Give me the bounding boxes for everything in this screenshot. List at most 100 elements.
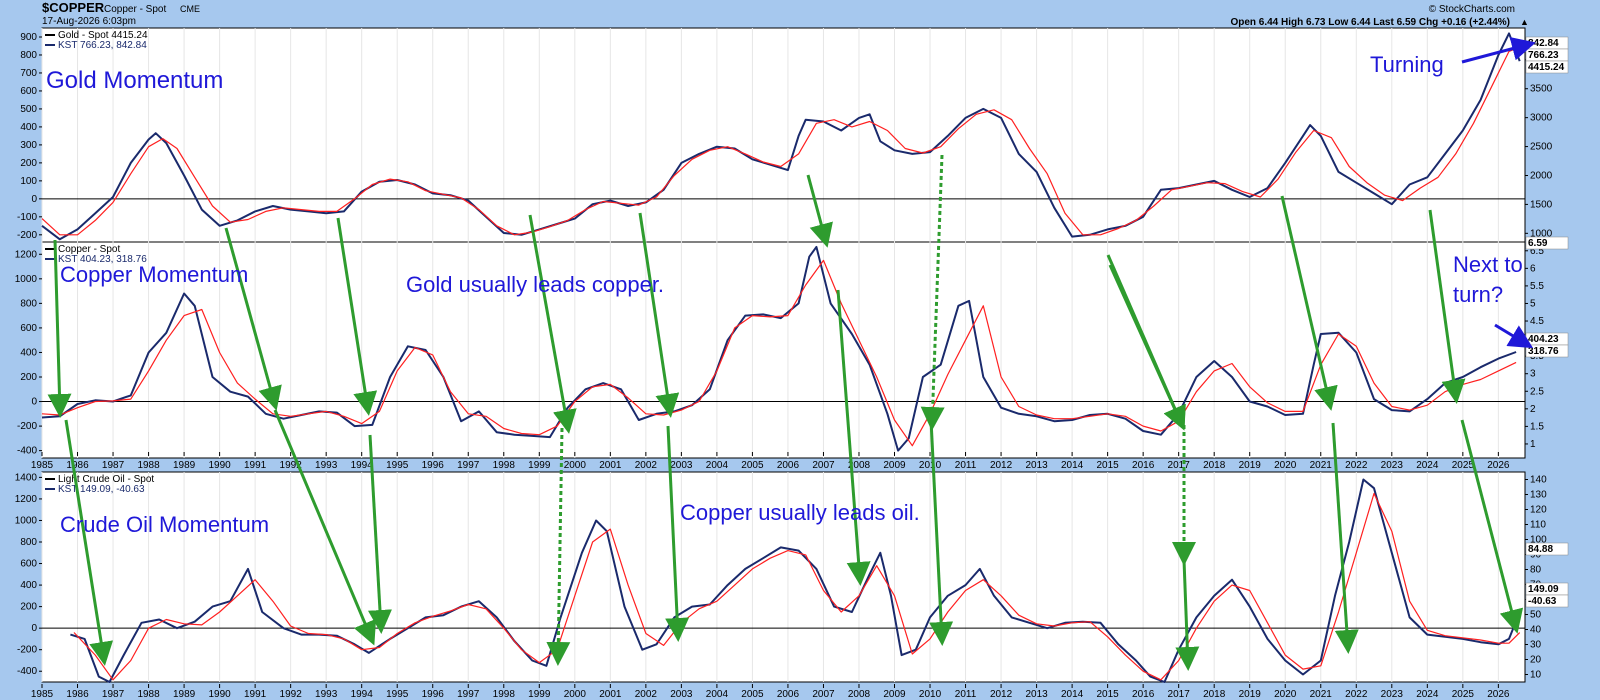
right-tick-label: 50 xyxy=(1530,610,1542,621)
x-tick-label: 2007 xyxy=(812,460,835,471)
x-tick-label: 1987 xyxy=(102,460,125,471)
left-tick-label: 200 xyxy=(20,158,37,169)
x-tick-label: 2009 xyxy=(883,460,906,471)
x-tick-label: 2005 xyxy=(741,460,764,471)
chart-date: 17-Aug-2026 6:03pm xyxy=(42,16,136,27)
x-tick-label: 2011 xyxy=(955,460,977,471)
left-tick-label: -400 xyxy=(17,666,37,677)
x-tick-label: 2014 xyxy=(1061,460,1084,471)
x-tick-label: 2020 xyxy=(1274,460,1297,471)
value-label: -40.63 xyxy=(1528,596,1557,607)
value-label: 4415.24 xyxy=(1528,62,1565,73)
x-tick-label: 2019 xyxy=(1239,460,1262,471)
x-tick-label: 2018 xyxy=(1203,689,1226,700)
value-label: 6.59 xyxy=(1528,238,1548,249)
right-tick-label: 6 xyxy=(1530,263,1536,274)
right-tick-label: 2000 xyxy=(1530,170,1553,181)
x-tick-label: 1990 xyxy=(208,460,231,471)
x-tick-label: 2023 xyxy=(1381,689,1404,700)
turning-label: Turning xyxy=(1370,52,1444,77)
right-tick-label: 2 xyxy=(1530,404,1536,415)
right-tick-label: 1.5 xyxy=(1530,421,1544,432)
left-tick-label: 800 xyxy=(20,298,37,309)
left-tick-label: -200 xyxy=(17,645,37,656)
left-tick-label: 0 xyxy=(31,194,37,205)
x-tick-label: 2017 xyxy=(1168,460,1191,471)
x-tick-label: 1988 xyxy=(137,460,160,471)
right-tick-label: 1 xyxy=(1530,439,1536,450)
x-tick-label: 2007 xyxy=(812,689,835,700)
left-tick-label: 700 xyxy=(20,68,37,79)
left-tick-label: 1200 xyxy=(15,249,38,260)
left-tick-label: 200 xyxy=(20,372,37,383)
x-tick-label: 1988 xyxy=(137,689,160,700)
left-tick-label: 800 xyxy=(20,50,37,61)
x-tick-label: 1987 xyxy=(102,689,125,700)
value-label: 842.84 xyxy=(1528,38,1559,49)
x-tick-label: 2006 xyxy=(777,689,800,700)
exchange-label: CME xyxy=(180,4,200,14)
x-tick-label: 1999 xyxy=(528,460,551,471)
x-tick-label: 2003 xyxy=(670,460,693,471)
intermarket-momentum-chart: $COPPER Copper - Spot CME 17-Aug-2026 6:… xyxy=(0,0,1600,700)
x-tick-label: 1986 xyxy=(66,689,89,700)
left-tick-label: 1000 xyxy=(15,515,38,526)
x-tick-label: 2024 xyxy=(1416,689,1439,700)
x-tick-label: 2017 xyxy=(1168,689,1191,700)
right-tick-label: 30 xyxy=(1530,640,1542,651)
value-label: 149.09 xyxy=(1528,584,1559,595)
x-tick-label: 2004 xyxy=(706,689,729,700)
left-tick-label: 0 xyxy=(31,623,37,634)
x-tick-label: 2001 xyxy=(599,460,622,471)
x-tick-label: 2024 xyxy=(1416,460,1439,471)
x-tick-label: 2010 xyxy=(919,689,942,700)
x-tick-label: 2009 xyxy=(883,689,906,700)
copper-leads-label: Copper usually leads oil. xyxy=(680,500,920,525)
x-tick-label: 2015 xyxy=(1097,689,1120,700)
left-tick-label: 800 xyxy=(20,537,37,548)
x-tick-label: 2026 xyxy=(1487,460,1510,471)
next-to-turn-label-1: Next to xyxy=(1453,252,1523,277)
x-tick-label: 2021 xyxy=(1310,689,1333,700)
x-tick-label: 2006 xyxy=(777,460,800,471)
x-tick-label: 2020 xyxy=(1274,689,1297,700)
x-tick-label: 2023 xyxy=(1381,460,1404,471)
x-tick-label: 2001 xyxy=(599,689,622,700)
right-tick-label: 1500 xyxy=(1530,199,1553,210)
x-tick-label: 1995 xyxy=(386,689,409,700)
x-tick-label: 1989 xyxy=(173,460,196,471)
right-tick-label: 110 xyxy=(1530,520,1546,531)
left-tick-label: 300 xyxy=(20,140,37,151)
right-tick-label: 10 xyxy=(1530,670,1542,681)
right-tick-label: 3 xyxy=(1530,369,1536,380)
left-tick-label: 1200 xyxy=(15,494,38,505)
x-tick-label: 1999 xyxy=(528,689,551,700)
x-tick-label: 1995 xyxy=(386,460,409,471)
left-tick-label: -400 xyxy=(17,446,37,457)
x-tick-label: 2016 xyxy=(1132,689,1155,700)
right-tick-label: 5 xyxy=(1530,298,1536,309)
x-tick-label: 1998 xyxy=(493,460,516,471)
left-tick-label: 600 xyxy=(20,559,37,570)
crude-momentum-label: Crude Oil Momentum xyxy=(60,512,269,537)
x-tick-label: 1997 xyxy=(457,460,480,471)
x-tick-label: 1996 xyxy=(422,689,445,700)
x-tick-label: 2003 xyxy=(670,689,693,700)
left-tick-label: -100 xyxy=(17,212,37,223)
x-tick-label: 2010 xyxy=(919,460,942,471)
x-tick-label: 2005 xyxy=(741,689,764,700)
value-label: 84.88 xyxy=(1528,544,1553,555)
x-tick-label: 2000 xyxy=(564,689,587,700)
x-tick-label: 1989 xyxy=(173,689,196,700)
gold-leads-label: Gold usually leads copper. xyxy=(406,272,664,297)
right-tick-label: 3000 xyxy=(1530,113,1553,124)
x-tick-label: 2013 xyxy=(1025,460,1048,471)
symbol-title: $COPPER xyxy=(42,0,105,15)
panel-legend-kst: KST 766.23, 842.84 xyxy=(58,40,147,51)
x-tick-label: 1997 xyxy=(457,689,480,700)
left-tick-label: 1400 xyxy=(15,472,38,483)
left-tick-label: 400 xyxy=(20,347,37,358)
right-tick-label: 4.5 xyxy=(1530,316,1544,327)
x-tick-label: 1990 xyxy=(208,689,231,700)
x-tick-label: 1998 xyxy=(493,689,516,700)
